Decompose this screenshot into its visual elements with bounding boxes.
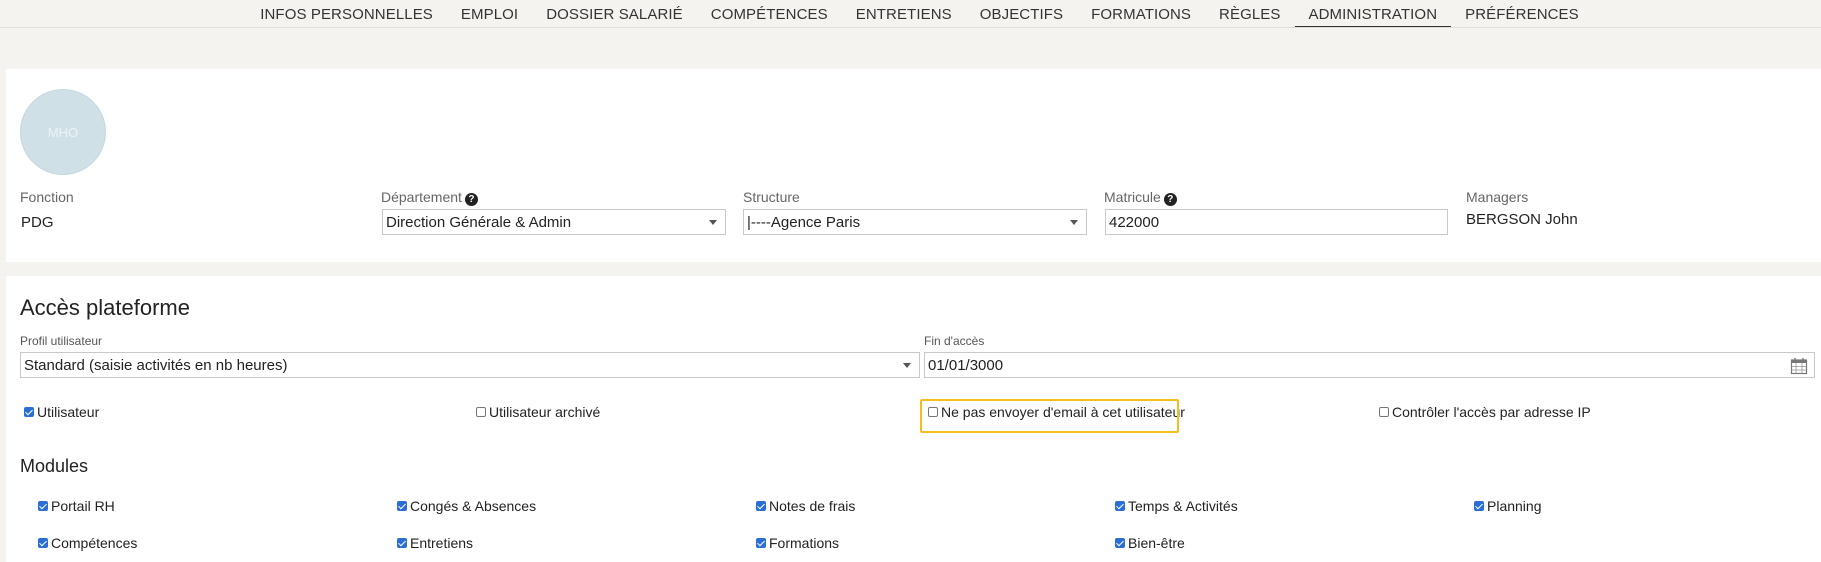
profil-label: Profil utilisateur (20, 334, 103, 348)
modules-title: Modules (20, 456, 89, 476)
profil-value: Standard (saisie activités en nb heures) (24, 357, 288, 374)
option-label: Utilisateur (37, 404, 100, 420)
module-competences[interactable]: Compétences (38, 535, 137, 551)
module-label: Formations (769, 535, 840, 551)
module-label: Temps & Activités (1128, 498, 1238, 514)
departement-label: Département (381, 189, 462, 205)
departement-select[interactable]: Direction Générale & Admin (382, 209, 726, 235)
structure-label: Structure (743, 189, 800, 205)
tab-preferences[interactable]: PRÉFÉRENCES (1451, 0, 1593, 27)
tab-emploi[interactable]: EMPLOI (447, 0, 532, 27)
module-planning[interactable]: Planning (1474, 498, 1542, 514)
chevron-down-icon (903, 363, 911, 368)
tab-formations[interactable]: FORMATIONS (1077, 0, 1205, 27)
section-title: Accès plateforme (20, 295, 190, 320)
matricule-label-wrap: Matricule? (1104, 189, 1177, 206)
checkbox[interactable] (756, 501, 766, 511)
tab-regles[interactable]: RÈGLES (1205, 0, 1294, 27)
fonction-label: Fonction (20, 189, 74, 205)
chevron-down-icon (709, 220, 717, 225)
tab-entretiens[interactable]: ENTRETIENS (842, 0, 966, 27)
help-icon[interactable]: ? (464, 193, 478, 206)
structure-select[interactable]: |----Agence Paris (743, 209, 1087, 235)
checkbox[interactable] (1115, 501, 1125, 511)
module-label: Notes de frais (769, 498, 856, 514)
managers-value: BERGSON John (1466, 211, 1578, 228)
matricule-input[interactable]: 422000 (1105, 209, 1448, 235)
structure-value: |----Agence Paris (747, 214, 861, 231)
tab-objectifs[interactable]: OBJECTIFS (966, 0, 1077, 27)
avatar: MHO (20, 89, 106, 175)
checkbox[interactable] (756, 538, 766, 548)
fin-acces-input[interactable]: 01/01/3000 (924, 352, 1815, 378)
option-utilisateur[interactable]: Utilisateur (24, 404, 99, 420)
chevron-down-icon (1070, 220, 1078, 225)
module-notes-de-frais[interactable]: Notes de frais (756, 498, 855, 514)
highlight-box (920, 399, 1179, 433)
profile-panel: MHO Fonction PDG Département? Direction … (6, 69, 1821, 262)
calendar-icon[interactable] (1790, 357, 1808, 375)
checkbox[interactable] (24, 407, 34, 417)
fonction-value: PDG (21, 214, 54, 231)
option-label: Contrôler l'accès par adresse IP (1392, 404, 1591, 420)
nav-tabs: INFOS PERSONNELLES EMPLOI DOSSIER SALARI… (246, 0, 1593, 27)
module-label: Entretiens (410, 535, 474, 551)
module-bien-etre[interactable]: Bien-être (1115, 535, 1185, 551)
checkbox[interactable] (1379, 407, 1389, 417)
profil-select[interactable]: Standard (saisie activités en nb heures) (20, 352, 920, 378)
help-icon[interactable]: ? (1163, 193, 1177, 206)
checkbox[interactable] (38, 501, 48, 511)
tab-administration[interactable]: ADMINISTRATION (1294, 0, 1452, 27)
access-panel: Accès plateforme Profil utilisateur Stan… (6, 276, 1821, 562)
fin-acces-value: 01/01/3000 (928, 357, 1004, 374)
module-formations[interactable]: Formations (756, 535, 839, 551)
top-nav: INFOS PERSONNELLES EMPLOI DOSSIER SALARI… (0, 0, 1821, 28)
option-utilisateur-archive[interactable]: Utilisateur archivé (476, 404, 600, 420)
checkbox[interactable] (1115, 538, 1125, 548)
module-label: Planning (1487, 498, 1542, 514)
departement-label-wrap: Département? (381, 189, 478, 206)
fin-acces-label: Fin d'accès (924, 334, 985, 348)
module-label: Congés & Absences (410, 498, 537, 514)
module-conges-absences[interactable]: Congés & Absences (397, 498, 536, 514)
module-label: Portail RH (51, 498, 115, 514)
tab-dossier-salarie[interactable]: DOSSIER SALARIÉ (532, 0, 697, 27)
checkbox[interactable] (1474, 501, 1484, 511)
module-entretiens[interactable]: Entretiens (397, 535, 473, 551)
checkbox[interactable] (397, 501, 407, 511)
tab-competences[interactable]: COMPÉTENCES (697, 0, 842, 27)
matricule-label: Matricule (1104, 189, 1161, 205)
option-label: Utilisateur archivé (489, 404, 601, 420)
managers-label: Managers (1466, 189, 1529, 205)
module-temps-activites[interactable]: Temps & Activités (1115, 498, 1238, 514)
checkbox[interactable] (38, 538, 48, 548)
checkbox[interactable] (476, 407, 486, 417)
module-label: Compétences (51, 535, 138, 551)
module-portail-rh[interactable]: Portail RH (38, 498, 115, 514)
departement-value: Direction Générale & Admin (386, 214, 572, 231)
checkbox[interactable] (397, 538, 407, 548)
module-label: Bien-être (1128, 535, 1185, 551)
option-controler-acces-ip[interactable]: Contrôler l'accès par adresse IP (1379, 404, 1591, 420)
tab-infos-personnelles[interactable]: INFOS PERSONNELLES (246, 0, 447, 27)
